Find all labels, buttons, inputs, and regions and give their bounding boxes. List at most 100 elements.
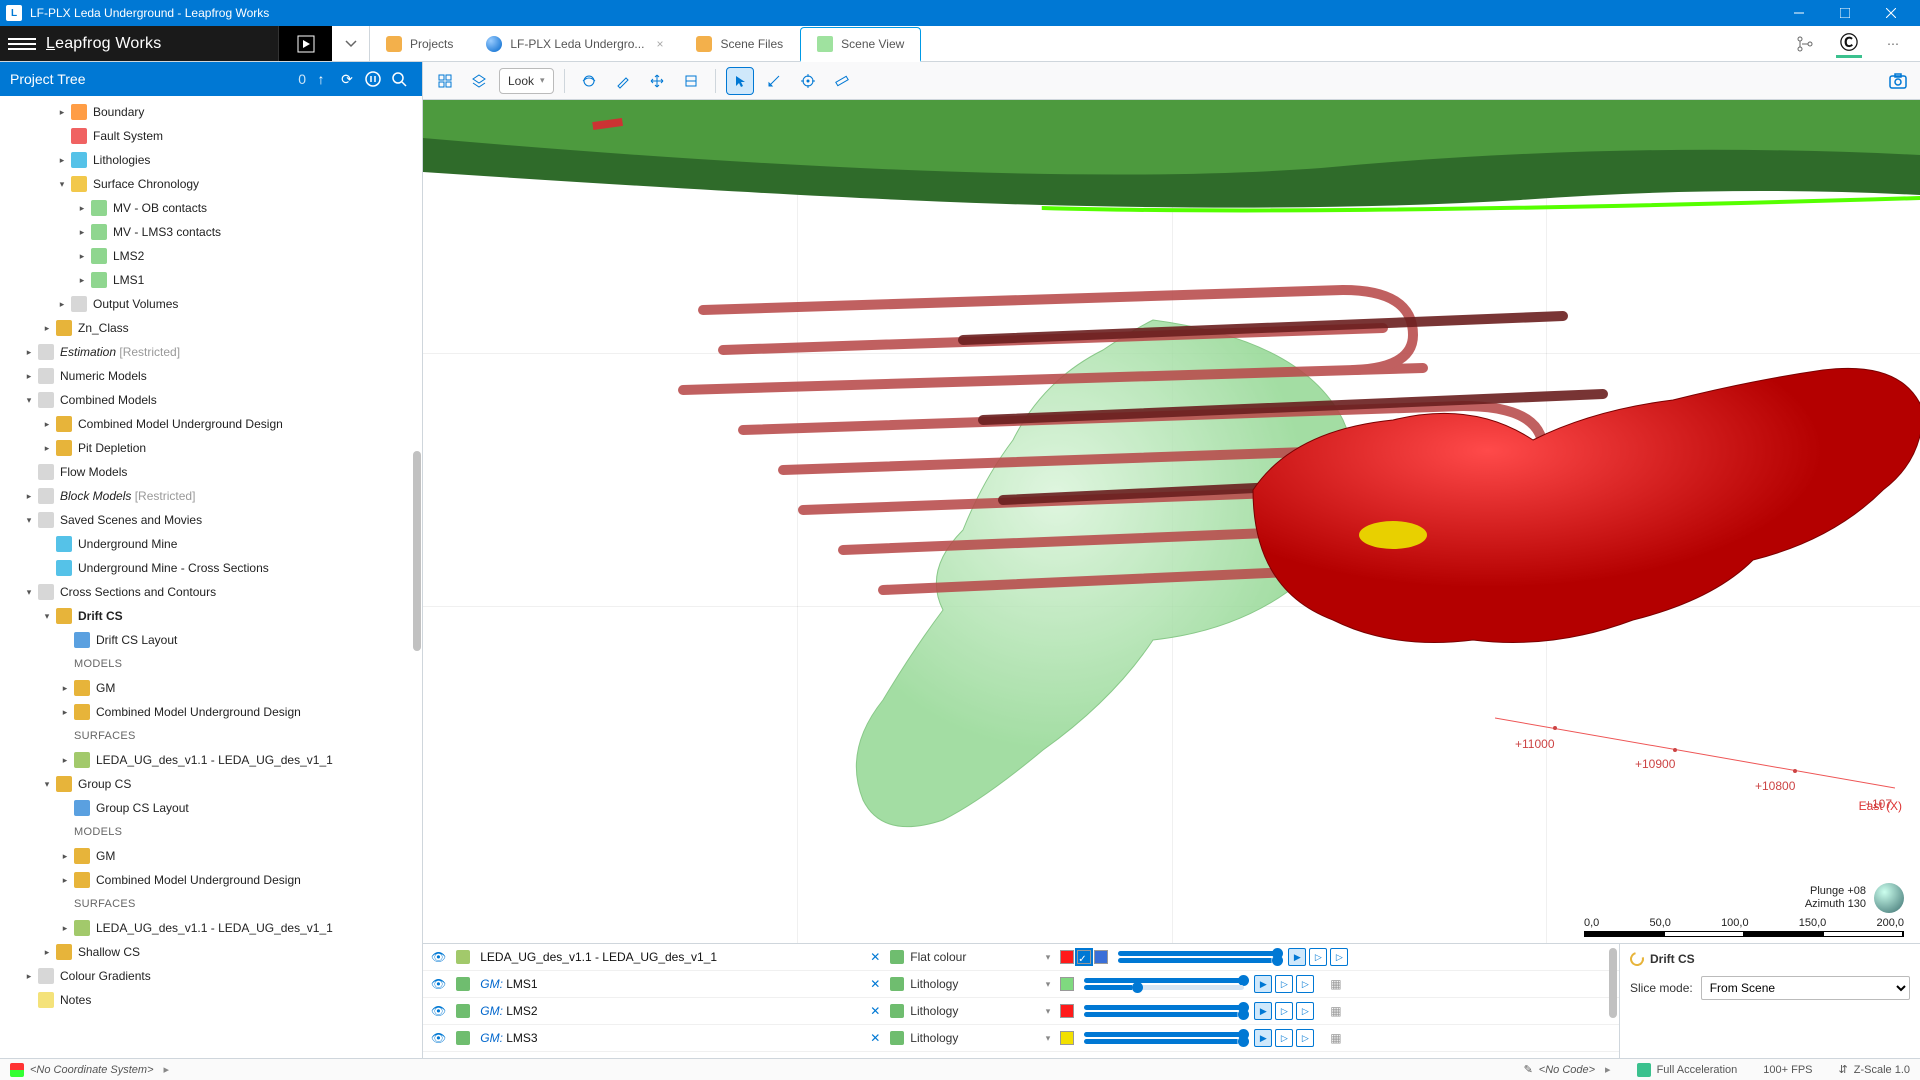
coord-system[interactable]: <No Coordinate System>	[10, 1063, 169, 1077]
tree-item[interactable]: ▸GM	[0, 676, 422, 700]
tree-item[interactable]: Underground Mine - Cross Sections	[0, 556, 422, 580]
tree-item[interactable]: ▾Cross Sections and Contours	[0, 580, 422, 604]
tree-item[interactable]: SURFACES	[0, 892, 422, 916]
tree-item[interactable]: ▸Boundary	[0, 100, 422, 124]
tree-item[interactable]: Flow Models	[0, 460, 422, 484]
visibility-icon[interactable]: 👁	[431, 1004, 446, 1018]
tree-item[interactable]: ▸GM	[0, 844, 422, 868]
tree-item[interactable]: ▸LEDA_UG_des_v1.1 - LEDA_UG_des_v1_1	[0, 748, 422, 772]
opacity-sliders[interactable]	[1084, 1032, 1244, 1044]
render-modes[interactable]: ▶▷▷	[1254, 975, 1314, 993]
style-select[interactable]: Lithology▾	[890, 977, 1050, 991]
tree-item[interactable]: ▾Drift CS	[0, 604, 422, 628]
maximize-button[interactable]	[1822, 0, 1868, 26]
play-button[interactable]	[278, 26, 332, 61]
ruler-icon[interactable]	[828, 67, 856, 95]
opacity-sliders[interactable]	[1118, 951, 1278, 963]
grid-icon[interactable]	[431, 67, 459, 95]
orbit-icon[interactable]	[575, 67, 603, 95]
remove-icon[interactable]: ✕	[870, 977, 880, 991]
slice-mode-select[interactable]: From Scene	[1701, 976, 1910, 1000]
tree-item[interactable]: ▸Colour Gradients	[0, 964, 422, 988]
project-tree[interactable]: ▸BoundaryFault System▸Lithologies▾Surfac…	[0, 96, 422, 1058]
tree-item[interactable]: ▸LMS2	[0, 244, 422, 268]
remove-icon[interactable]: ✕	[870, 1004, 880, 1018]
refresh-icon[interactable]: ⟳	[334, 66, 360, 92]
tree-item[interactable]: ▸Output Volumes	[0, 292, 422, 316]
breadcrumb-dropdown[interactable]	[332, 26, 370, 61]
tree-item[interactable]: ▾Group CS	[0, 772, 422, 796]
tab-scene-view[interactable]: Scene View	[800, 27, 921, 62]
minimize-button[interactable]	[1776, 0, 1822, 26]
tree-item[interactable]: Group CS Layout	[0, 796, 422, 820]
compass[interactable]: Plunge +08 Azimuth 130	[1805, 883, 1904, 913]
tree-item[interactable]: ▾Saved Scenes and Movies	[0, 508, 422, 532]
tree-item[interactable]: Drift CS Layout	[0, 628, 422, 652]
visibility-icon[interactable]: 👁	[431, 977, 446, 991]
close-button[interactable]	[1868, 0, 1914, 26]
tab-projects[interactable]: Projects	[370, 26, 470, 61]
tree-item[interactable]: ▸Lithologies	[0, 148, 422, 172]
tree-item[interactable]: ▸Combined Model Underground Design	[0, 412, 422, 436]
style-select[interactable]: Lithology▾	[890, 1031, 1050, 1045]
info-icon[interactable]: ▦	[1330, 977, 1341, 991]
layer-name[interactable]: LEDA_UG_des_v1.1 - LEDA_UG_des_v1_1	[480, 950, 860, 964]
edit-icon[interactable]	[760, 67, 788, 95]
render-modes[interactable]: ▶▷▷	[1254, 1002, 1314, 1020]
tree-item[interactable]: SURFACES	[0, 724, 422, 748]
tree-item[interactable]: MODELS	[0, 652, 422, 676]
tree-item[interactable]: ▾Combined Models	[0, 388, 422, 412]
tree-item[interactable]: ▸Numeric Models	[0, 364, 422, 388]
render-modes[interactable]: ▶▷▷	[1288, 948, 1348, 966]
style-select[interactable]: Lithology▾	[890, 1004, 1050, 1018]
tree-item[interactable]: ▸Zn_Class	[0, 316, 422, 340]
remove-icon[interactable]: ✕	[870, 950, 880, 964]
tree-item[interactable]: ▸LMS1	[0, 268, 422, 292]
tree-item[interactable]: ▸Combined Model Underground Design	[0, 700, 422, 724]
tab-scene-files[interactable]: Scene Files	[680, 26, 800, 61]
search-icon[interactable]	[386, 66, 412, 92]
scrollbar[interactable]	[413, 451, 421, 651]
code-status[interactable]: ✎ <No Code>	[1524, 1063, 1611, 1076]
tree-item[interactable]: ▸MV - OB contacts	[0, 196, 422, 220]
tree-item[interactable]: ▸LEDA_UG_des_v1.1 - LEDA_UG_des_v1_1	[0, 916, 422, 940]
tree-item[interactable]: ▸Block Models [Restricted]	[0, 484, 422, 508]
screenshot-icon[interactable]	[1884, 67, 1912, 95]
swatches[interactable]: ✓	[1060, 950, 1108, 964]
visibility-icon[interactable]: 👁	[431, 950, 446, 964]
info-icon[interactable]: ▦	[1330, 1004, 1341, 1018]
plane-icon[interactable]	[677, 67, 705, 95]
look-dropdown[interactable]: Look▾	[499, 68, 554, 94]
tree-item[interactable]: ▾Surface Chronology	[0, 172, 422, 196]
draw-icon[interactable]	[609, 67, 637, 95]
layers-icon[interactable]	[465, 67, 493, 95]
tree-item[interactable]: ▸Estimation [Restricted]	[0, 340, 422, 364]
opacity-sliders[interactable]	[1084, 978, 1244, 990]
tree-item[interactable]: Fault System	[0, 124, 422, 148]
opacity-sliders[interactable]	[1084, 1005, 1244, 1017]
layer-name[interactable]: GM: LMS2	[480, 1004, 860, 1018]
swatches[interactable]	[1060, 1004, 1074, 1018]
tree-item[interactable]: MODELS	[0, 820, 422, 844]
compass-ball-icon[interactable]	[1874, 883, 1904, 913]
visibility-icon[interactable]: 👁	[431, 1031, 446, 1045]
layer-name[interactable]: GM: LMS3	[480, 1031, 860, 1045]
viewport-3d[interactable]: East (X) +11000 +10900 +10800 +107 Plung…	[423, 100, 1920, 943]
tree-item[interactable]: Notes	[0, 988, 422, 1012]
style-select[interactable]: Flat colour▾	[890, 950, 1050, 964]
pause-icon[interactable]	[360, 66, 386, 92]
tree-item[interactable]: ▸Pit Depletion	[0, 436, 422, 460]
tab-lfplx[interactable]: LF-PLX Leda Undergro...×	[470, 26, 680, 61]
info-icon[interactable]: ▦	[1330, 1031, 1341, 1045]
move-icon[interactable]	[643, 67, 671, 95]
select-icon[interactable]	[726, 67, 754, 95]
remove-icon[interactable]: ✕	[870, 1031, 880, 1045]
scrollbar[interactable]	[1609, 948, 1617, 1018]
tree-item[interactable]: ▸Shallow CS	[0, 940, 422, 964]
tree-item[interactable]: Underground Mine	[0, 532, 422, 556]
layer-name[interactable]: GM: LMS1	[480, 977, 860, 991]
swatches[interactable]	[1060, 1031, 1074, 1045]
close-icon[interactable]: ×	[656, 37, 663, 51]
tree-item[interactable]: ▸Combined Model Underground Design	[0, 868, 422, 892]
swatches[interactable]	[1060, 977, 1074, 991]
